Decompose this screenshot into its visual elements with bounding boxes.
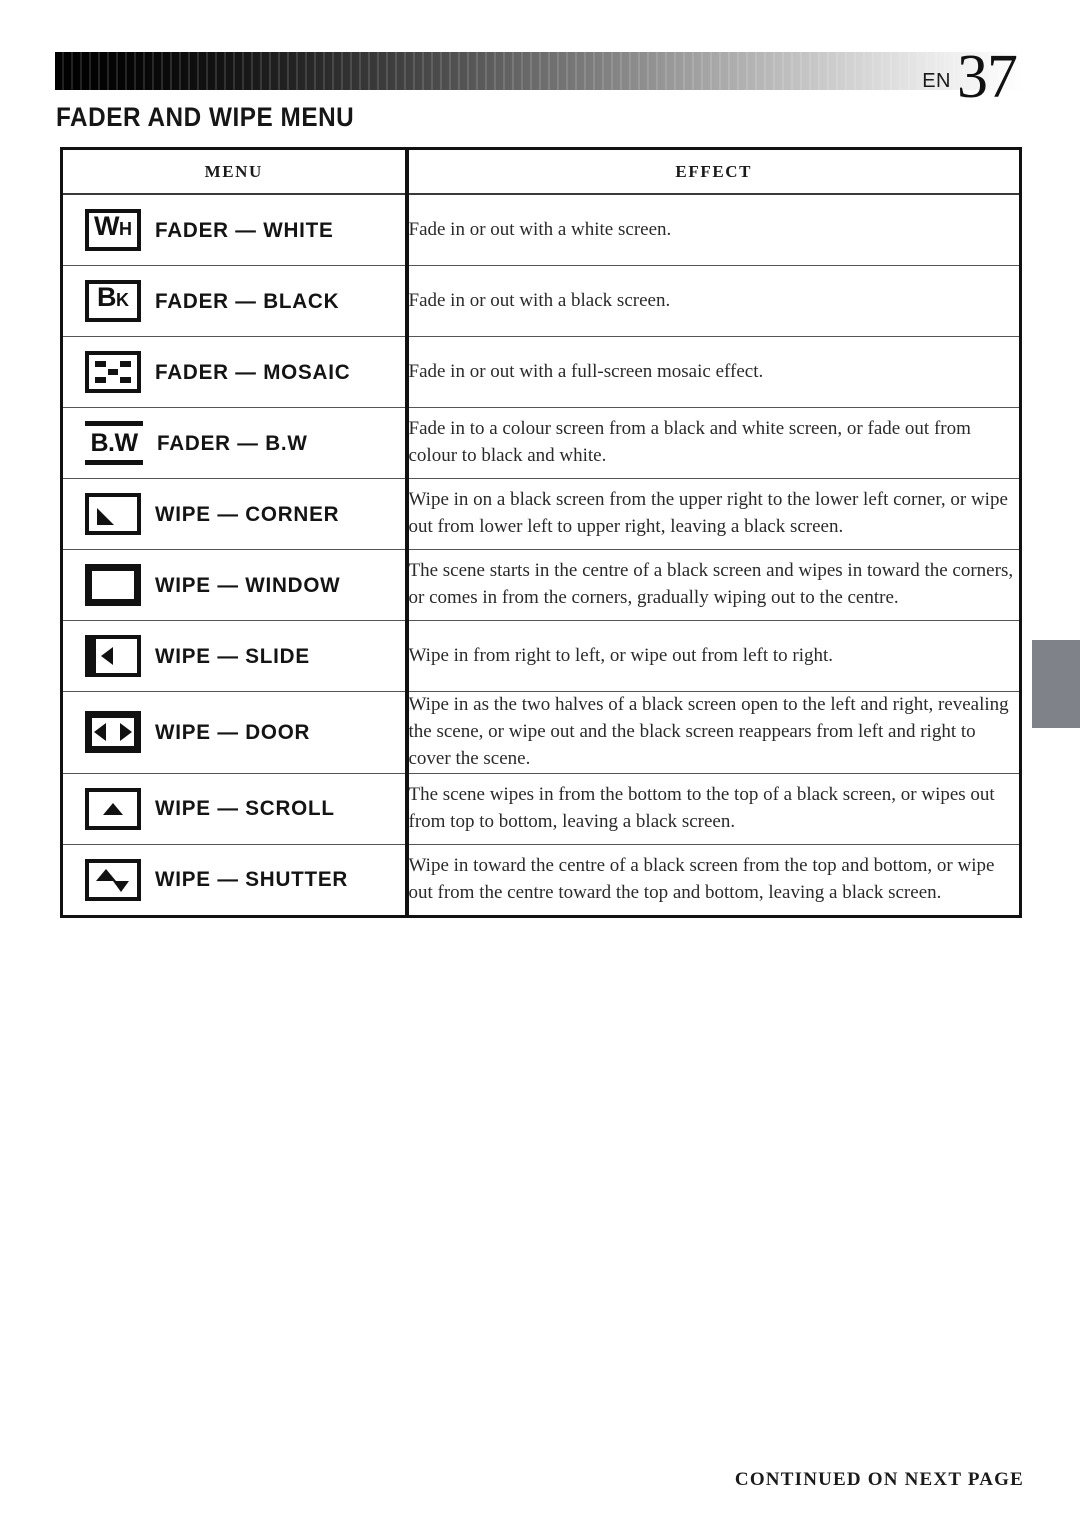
table-row: WIPE — CORNER Wipe in on a black screen …: [61, 478, 1021, 550]
menu-cell: FADER — MOSAIC: [61, 336, 409, 408]
bw-badge-icon: B.W: [85, 421, 143, 465]
wipe-shutter-icon: [85, 858, 141, 901]
table-row: BK FADER — BLACK Fade in or out with a b…: [61, 265, 1021, 337]
menu-cell: B.W FADER — B.W: [61, 407, 409, 479]
menu-item-label: WIPE — SLIDE: [155, 643, 310, 668]
effect-cell: The scene wipes in from the bottom to th…: [406, 772, 1021, 845]
menu-cell: WIPE — SCROLL: [61, 772, 409, 845]
mosaic-icon-grid: [93, 359, 133, 385]
table-header-row: MENU EFFECT: [61, 148, 1021, 195]
effect-cell: Fade in or out with a black screen.: [406, 265, 1021, 337]
table-row: WIPE — SCROLL The scene wipes in from th…: [61, 772, 1021, 845]
menu-cell: WIPE — SLIDE: [61, 620, 409, 692]
page-indicator: EN 37: [922, 40, 1018, 108]
table-row: WIPE — SLIDE Wipe in from right to left,…: [61, 620, 1021, 692]
shutter-up-triangle-shape: [96, 868, 116, 881]
gradient-stripes: [55, 52, 1025, 90]
menu-item-label: WIPE — DOOR: [155, 719, 311, 744]
effect-description: Wipe in toward the centre of a black scr…: [408, 854, 995, 903]
corner-triangle-shape: [97, 508, 114, 525]
slide-left-triangle-shape: [101, 647, 113, 665]
wh-badge-icon: WH: [85, 209, 141, 251]
scroll-up-triangle-shape: [103, 802, 123, 815]
header-gradient-band: EN 37: [55, 46, 1025, 108]
door-right-triangle-shape: [120, 723, 132, 742]
wipe-door-icon: [85, 711, 141, 754]
menu-item-label: WIPE — SHUTTER: [155, 867, 349, 892]
effect-description: Fade in to a colour screen from a black …: [408, 418, 971, 466]
table-row: WH FADER — WHITE Fade in or out with a w…: [61, 193, 1021, 266]
menu-item-label: WIPE — WINDOW: [155, 572, 341, 597]
effect-cell: Fade in or out with a white screen.: [406, 193, 1021, 266]
menu-item-label: FADER — MOSAIC: [155, 359, 351, 384]
menu-item-label: FADER — BLACK: [155, 288, 340, 313]
menu-cell: WH FADER — WHITE: [61, 193, 409, 266]
fader-wipe-menu-table: MENU EFFECT WH FADER — WHITE Fade in or …: [60, 147, 1022, 918]
effect-cell: Fade in or out with a full-screen mosaic…: [406, 336, 1021, 408]
table-body: WH FADER — WHITE Fade in or out with a w…: [61, 193, 1021, 917]
shutter-down-triangle-shape: [113, 880, 129, 892]
effect-description: Fade in or out with a black screen.: [408, 289, 671, 311]
page-title: FADER AND WIPE MENU: [56, 102, 355, 132]
menu-item-label: FADER — B.W: [157, 430, 308, 455]
menu-cell: WIPE — WINDOW: [61, 549, 409, 621]
menu-cell: WIPE — SHUTTER: [61, 843, 409, 917]
effect-cell: The scene starts in the centre of a blac…: [406, 549, 1021, 621]
menu-item-label: FADER — WHITE: [155, 217, 334, 242]
effect-description: Wipe in on a black screen from the upper…: [408, 489, 1008, 537]
menu-cell: WIPE — CORNER: [61, 478, 409, 550]
continued-note: CONTINUED ON NEXT PAGE: [734, 1469, 1024, 1490]
effect-description: The scene starts in the centre of a blac…: [408, 560, 1014, 608]
wipe-corner-icon: [85, 493, 141, 535]
effect-description: Fade in or out with a white screen.: [408, 218, 672, 240]
page-number: 37: [957, 43, 1018, 111]
effect-description: The scene wipes in from the bottom to th…: [408, 783, 995, 832]
effect-cell: Wipe in toward the centre of a black scr…: [406, 843, 1021, 917]
table-row: B.W FADER — B.W Fade in to a colour scre…: [61, 407, 1021, 479]
effect-cell: Wipe in as the two halves of a black scr…: [406, 691, 1021, 774]
table-header: MENU EFFECT: [61, 148, 1021, 195]
bk-badge-letter-secondary: K: [116, 290, 129, 310]
table-row: WIPE — DOOR Wipe in as the two halves of…: [61, 691, 1021, 774]
wh-badge-letter-secondary: H: [118, 219, 132, 239]
mosaic-icon: [85, 351, 141, 393]
menu-item-label: WIPE — CORNER: [155, 501, 340, 526]
menu-cell: WIPE — DOOR: [61, 691, 409, 774]
column-header-menu-label: MENU: [204, 161, 263, 181]
wh-badge-letter-primary: W: [94, 211, 119, 241]
column-header-effect-label: EFFECT: [675, 161, 753, 181]
menu-cell: BK FADER — BLACK: [61, 265, 409, 337]
bw-badge-label: B.W: [90, 428, 138, 457]
wipe-slide-icon: [85, 635, 141, 677]
language-code: EN: [922, 70, 951, 92]
effect-cell: Fade in to a colour screen from a black …: [406, 407, 1021, 479]
column-header-menu: MENU: [61, 148, 409, 195]
effect-description: Wipe in as the two halves of a black scr…: [408, 694, 1009, 769]
wipe-window-icon: [85, 564, 141, 606]
bk-badge-icon: BK: [85, 280, 141, 322]
bk-badge-letter-primary: B: [97, 282, 117, 312]
effect-description: Wipe in from right to left, or wipe out …: [408, 644, 834, 666]
column-header-effect: EFFECT: [406, 148, 1021, 195]
effect-cell: Wipe in on a black screen from the upper…: [406, 478, 1021, 550]
menu-item-label: WIPE — SCROLL: [155, 796, 335, 821]
table-row: WIPE — WINDOW The scene starts in the ce…: [61, 549, 1021, 621]
effect-cell: Wipe in from right to left, or wipe out …: [406, 620, 1021, 692]
wipe-scroll-icon: [85, 787, 141, 830]
effect-description: Fade in or out with a full-screen mosaic…: [408, 360, 764, 382]
table-row: WIPE — SHUTTER Wipe in toward the centre…: [61, 843, 1021, 917]
page-edge-tab-marker: [1032, 640, 1080, 728]
table-row: FADER — MOSAIC Fade in or out with a ful…: [61, 336, 1021, 408]
door-left-triangle-shape: [94, 723, 106, 742]
